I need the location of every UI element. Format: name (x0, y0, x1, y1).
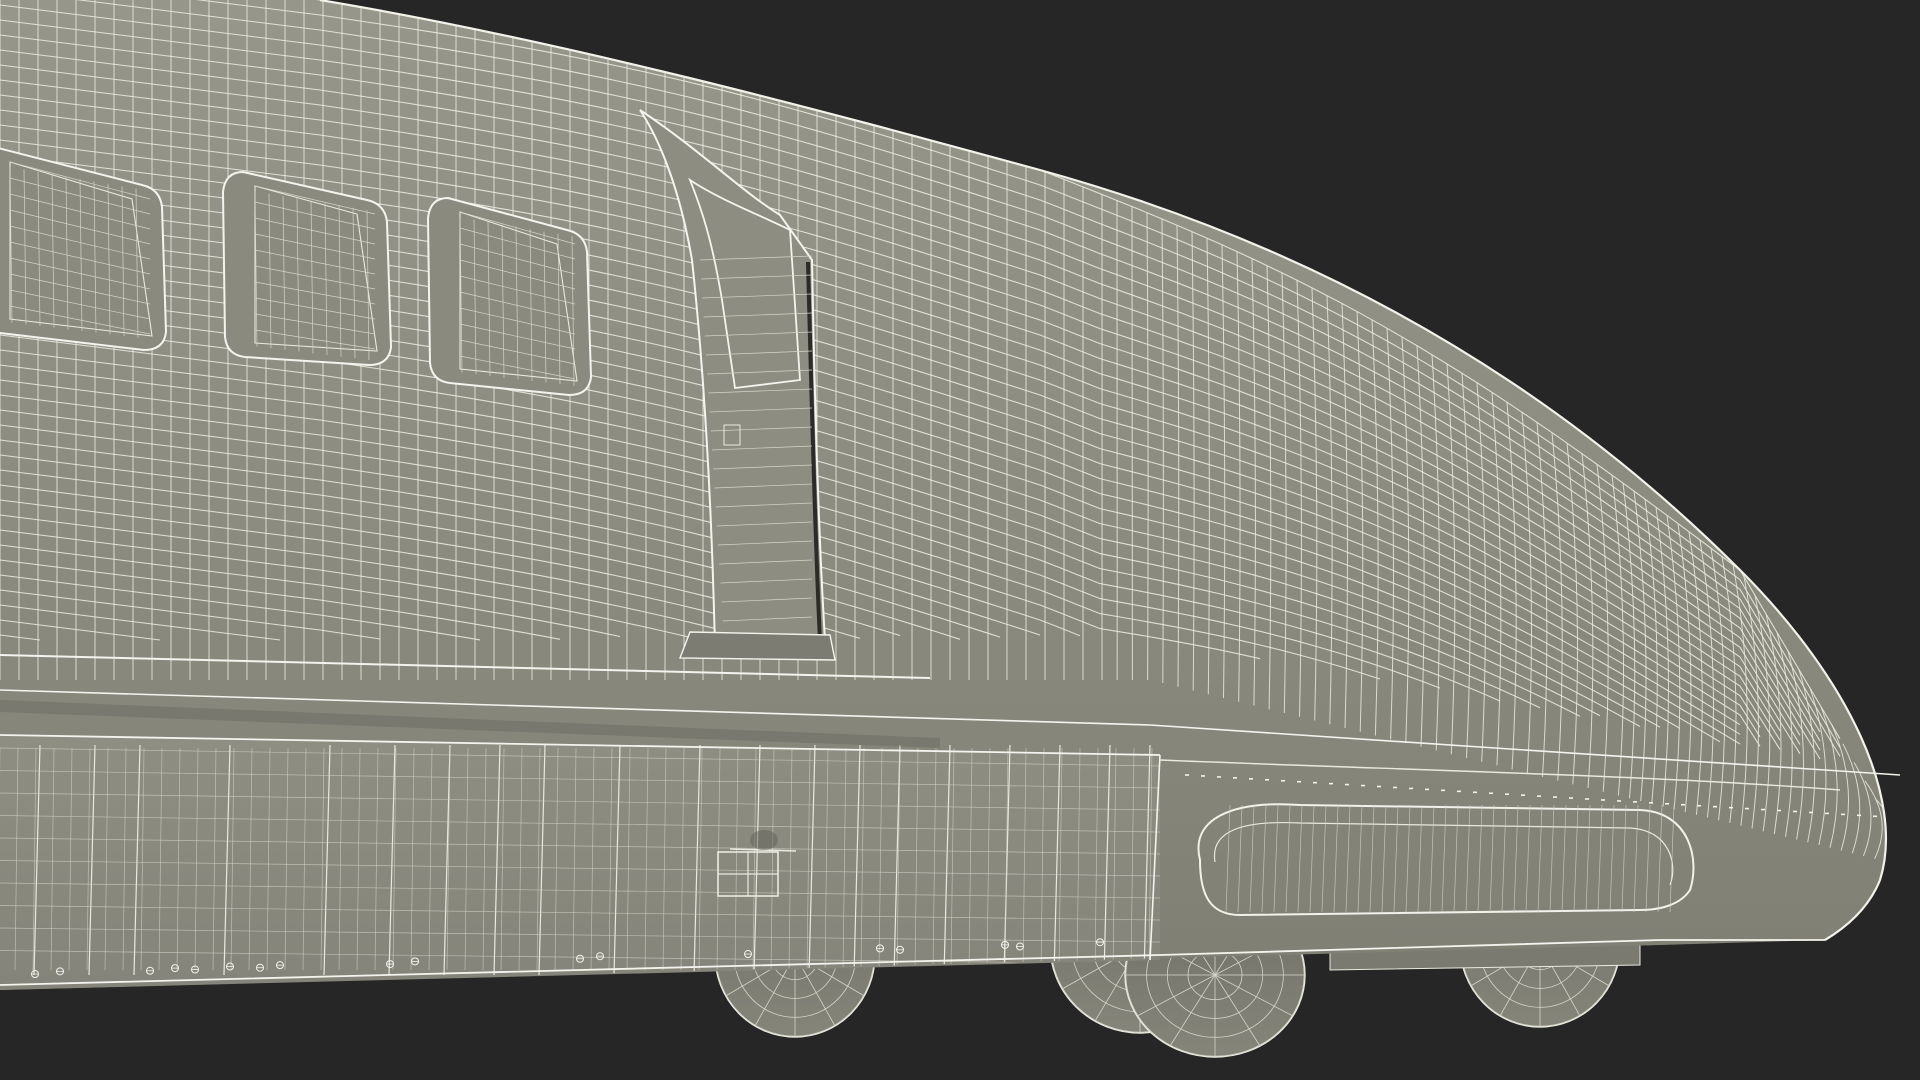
mesh-rib-line (1898, 837, 1916, 867)
train-wireframe-render (0, 0, 1916, 1058)
mesh-rib-line (1887, 818, 1905, 864)
door-step (678, 631, 836, 661)
render-viewport (0, 0, 1920, 1080)
window-frame (221, 170, 393, 367)
